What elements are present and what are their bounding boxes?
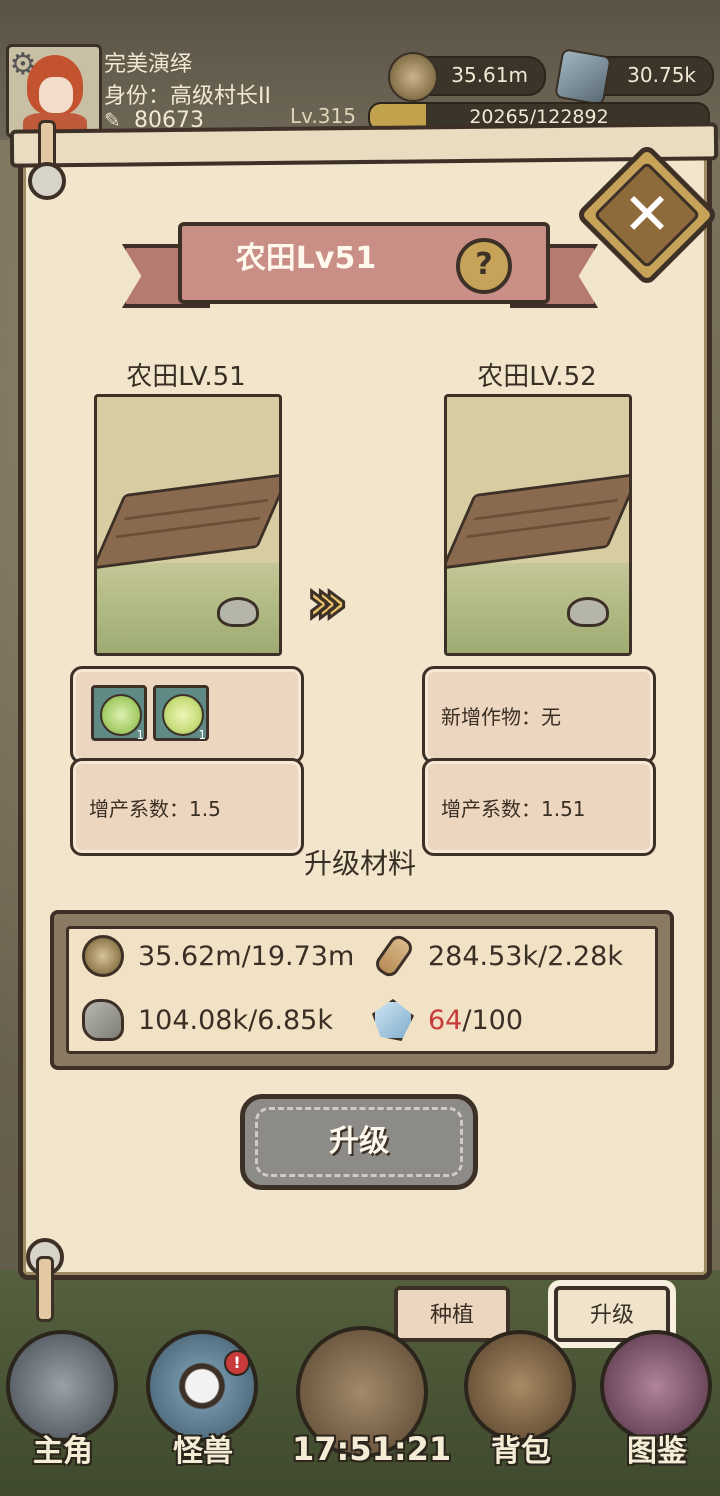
coin-counter[interactable]: 35.61m	[388, 52, 546, 102]
cabbage-icon[interactable]: 1	[91, 685, 147, 742]
upgrade-button-label: 升级	[329, 1124, 389, 1159]
close-icon[interactable]: ✕	[596, 164, 698, 266]
scroll-rod-top	[9, 122, 719, 168]
nav-bag-label: 背包	[491, 1434, 551, 1469]
nav-hero[interactable]: 主角	[0, 1330, 126, 1470]
material-coins-value: 35.62m/19.73m	[138, 940, 355, 972]
ring-top-icon	[28, 162, 66, 200]
nav-monsters-label: 怪兽	[173, 1434, 233, 1469]
material-stone-value: 104.08k/6.85k	[138, 1004, 333, 1036]
crystal-icon	[372, 999, 414, 1041]
ore-icon	[554, 48, 612, 106]
dialog-title: 农田Lv51	[235, 241, 377, 276]
game-clock: 17:51:21	[292, 1430, 452, 1468]
player-title: 身份：高级村长II	[104, 84, 271, 109]
next-level-label: 农田LV.52	[477, 362, 597, 392]
material-wood: 284.53k/2.28k	[372, 931, 623, 981]
avatar-face	[39, 77, 73, 113]
coin-icon	[388, 52, 438, 102]
current-yield-text: 增产系数：1.5	[89, 796, 221, 821]
player-level: Lv.315	[290, 104, 356, 128]
nav-codex-label: 图鉴	[627, 1434, 687, 1469]
materials-title: 升级材料	[303, 847, 416, 880]
material-crystal: 64/100	[372, 998, 523, 1042]
nav-monsters[interactable]: 怪兽	[140, 1330, 266, 1470]
current-farm-image	[94, 394, 282, 656]
nav-hero-label: 主角	[33, 1434, 93, 1469]
new-crops-text: 新增作物：无	[441, 704, 561, 729]
current-crops-box: 1 1	[70, 666, 304, 764]
material-wood-value: 284.53k/2.28k	[428, 940, 623, 972]
material-crystal-have: 64	[428, 1004, 463, 1036]
current-level-label: 农田LV.51	[126, 362, 246, 392]
upgrade-arrow-icon: ›››	[305, 567, 350, 637]
crop-count: 1	[198, 728, 206, 742]
material-crystal-need: /100	[462, 1004, 523, 1036]
material-coins: 35.62m/19.73m	[82, 934, 354, 978]
ore-counter[interactable]: 30.75k	[554, 48, 714, 106]
coin-icon	[82, 935, 124, 977]
hanging-pin-bottom	[36, 1256, 54, 1322]
nav-bag[interactable]: 背包	[458, 1330, 584, 1470]
new-crops-box: 新增作物：无	[422, 666, 656, 764]
wood-log-icon	[372, 931, 416, 981]
nav-codex[interactable]: 图鉴	[594, 1330, 720, 1470]
notification-badge: !	[224, 1350, 250, 1376]
next-farm-image	[444, 394, 632, 656]
coin-value: 35.61m	[451, 63, 528, 87]
material-stone: 104.08k/6.85k	[82, 998, 333, 1042]
settings-gear-icon[interactable]: ⚙	[6, 48, 40, 82]
next-yield-text: 增产系数：1.51	[441, 796, 586, 821]
crop-count: 1	[136, 728, 144, 742]
upgrade-button[interactable]: 升级	[240, 1094, 478, 1190]
stone-icon	[82, 999, 124, 1041]
melon-icon[interactable]: 1	[153, 685, 209, 742]
player-name: 完美演绎	[104, 52, 193, 77]
ore-value: 30.75k	[627, 63, 696, 87]
help-icon[interactable]: ?	[456, 238, 512, 294]
